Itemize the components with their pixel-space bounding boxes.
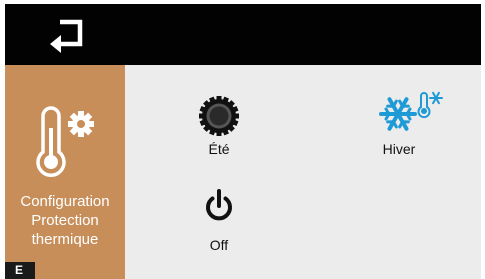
thermometer-gear-icon — [29, 106, 101, 178]
winter-label: Hiver — [382, 141, 416, 157]
return-arrow-icon — [50, 19, 83, 53]
sidebar-panel: Configuration Protection thermique E — [5, 65, 125, 279]
power-icon — [204, 189, 234, 223]
screen: Configuration Protection thermique E Été… — [5, 4, 481, 279]
sidebar-title: Configuration Protection thermique — [5, 192, 125, 249]
off-option[interactable]: Off — [189, 189, 249, 259]
winter-option[interactable]: Hiver — [365, 90, 445, 160]
off-label: Off — [209, 237, 229, 253]
summer-option[interactable]: Été — [189, 90, 249, 160]
device-frame: Configuration Protection thermique E Été… — [0, 0, 485, 279]
back-button[interactable] — [47, 18, 89, 54]
summer-label: Été — [208, 141, 230, 157]
top-bar — [5, 4, 481, 65]
options-panel: Été Hiver Off — [125, 65, 481, 279]
sidebar-title-line-2: Protection — [31, 212, 99, 229]
sidebar-title-line-3: thermique — [31, 231, 99, 248]
sidebar-title-line-1: Configuration — [20, 193, 110, 210]
sun-gear-icon — [198, 95, 240, 137]
snowflake-thermometer-icon — [378, 90, 446, 138]
section-badge: E — [5, 262, 35, 279]
